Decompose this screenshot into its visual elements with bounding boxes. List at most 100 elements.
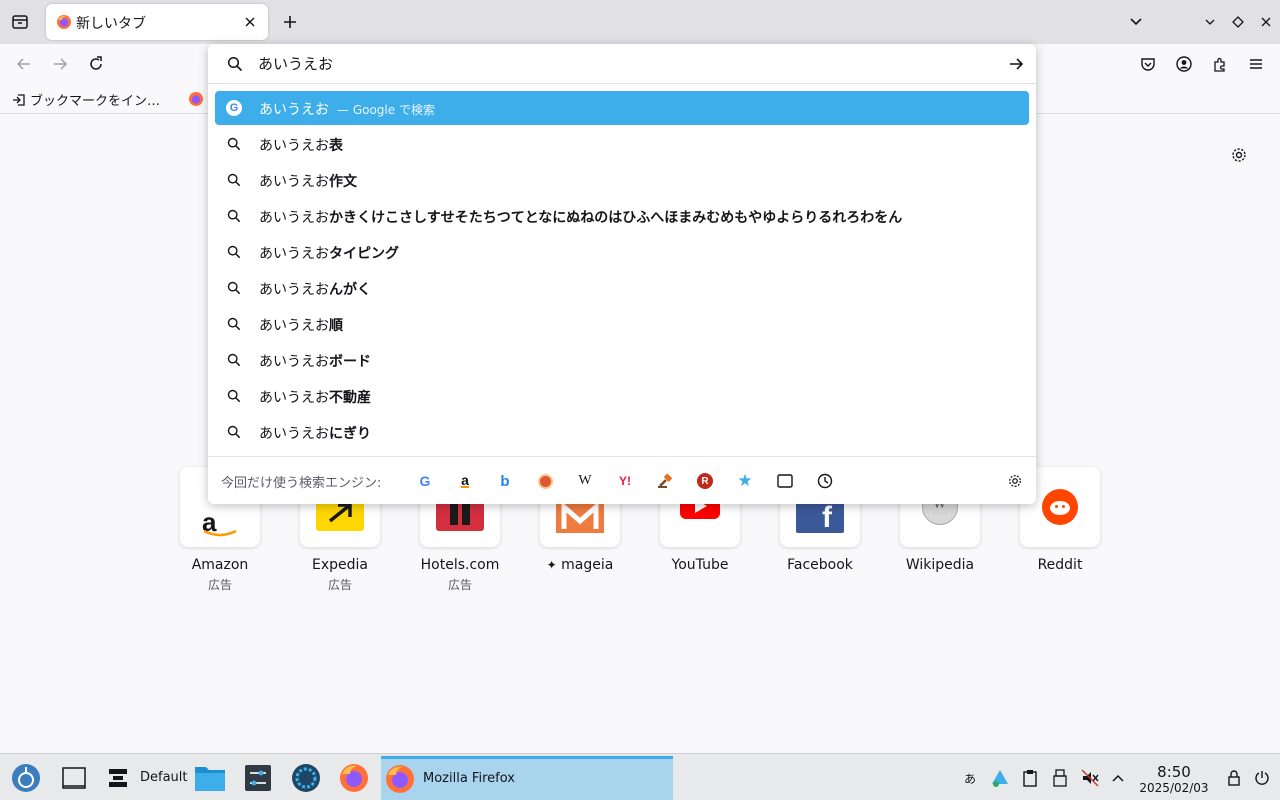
clipboard-icon[interactable] bbox=[1020, 768, 1040, 788]
tile-label: Wikipedia bbox=[905, 557, 975, 573]
suggestion-row[interactable]: あいうえおんがく bbox=[215, 271, 1029, 305]
close-icon[interactable] bbox=[240, 12, 260, 32]
update-icon[interactable] bbox=[990, 768, 1010, 788]
chevron-up-icon[interactable] bbox=[1108, 768, 1128, 788]
extensions-icon[interactable] bbox=[1208, 52, 1232, 76]
auction-icon[interactable] bbox=[654, 470, 676, 492]
go-arrow-icon[interactable] bbox=[1006, 54, 1026, 74]
rakuten-icon[interactable]: R bbox=[694, 470, 716, 492]
taskbar-task-firefox[interactable]: Mozilla Firefox bbox=[381, 756, 673, 800]
file-manager-icon[interactable] bbox=[194, 762, 226, 794]
suggestion-text: あいうえおにぎり bbox=[259, 423, 371, 443]
search-icon bbox=[225, 54, 245, 74]
chevron-down-icon[interactable] bbox=[1124, 10, 1148, 34]
duckduckgo-icon[interactable] bbox=[534, 470, 556, 492]
suggestion-row[interactable]: あいうえおボード bbox=[215, 343, 1029, 377]
system-settings-icon[interactable] bbox=[242, 762, 274, 794]
amazon-icon[interactable]: a bbox=[454, 470, 476, 492]
suggestion-text: あいうえおかきくけこさしすせそたちつてとなにぬねのはひふへほまみむめもやゆよらり… bbox=[259, 207, 902, 227]
power-icon[interactable] bbox=[1252, 768, 1272, 788]
suggestion-completion: タイピング bbox=[329, 246, 399, 262]
suggestion-completion: んがく bbox=[329, 282, 371, 298]
show-desktop-icon[interactable] bbox=[58, 762, 90, 794]
lock-icon[interactable] bbox=[1224, 768, 1244, 788]
desktop-label[interactable]: Default bbox=[140, 770, 188, 785]
history-icon[interactable] bbox=[814, 470, 836, 492]
suggestion-google-search[interactable]: G あいうえお — Google で検索 bbox=[215, 91, 1029, 125]
suggestion-row[interactable]: あいうえおタイピング bbox=[215, 235, 1029, 269]
task-label: Mozilla Firefox bbox=[423, 771, 515, 786]
pocket-icon[interactable] bbox=[1136, 52, 1160, 76]
suggestion-prefix: あいうえお bbox=[259, 210, 329, 226]
suggestion-row[interactable]: あいうえお不動産 bbox=[215, 379, 1029, 413]
gear-icon[interactable] bbox=[1004, 470, 1026, 492]
suggestion-prefix: あいうえお bbox=[259, 174, 329, 190]
clock-date[interactable]: 2025/02/03 bbox=[1136, 781, 1212, 795]
volume-muted-icon[interactable] bbox=[1080, 768, 1100, 788]
usb-device-icon[interactable] bbox=[1050, 768, 1070, 788]
suggestion-prefix: あいうえお bbox=[259, 282, 329, 298]
tab-manager-icon[interactable] bbox=[8, 10, 32, 34]
search-icon bbox=[225, 171, 243, 189]
suggestion-completion: にぎり bbox=[329, 426, 371, 442]
suggestion-text: あいうえおタイピング bbox=[259, 243, 399, 263]
firefox-icon bbox=[56, 14, 72, 30]
firefox-launcher-icon[interactable] bbox=[338, 762, 370, 794]
import-bookmarks-button[interactable]: ブックマークをイン… bbox=[12, 90, 160, 109]
suggestion-prefix: あいうえお bbox=[259, 138, 329, 154]
suggestion-completion: かきくけこさしすせそたちつてとなにぬねのはひふへほまみむめもやゆよらりるれろわを… bbox=[329, 210, 903, 226]
back-icon[interactable] bbox=[12, 52, 36, 76]
search-icon bbox=[225, 243, 243, 261]
forward-icon[interactable] bbox=[48, 52, 72, 76]
search-icon bbox=[225, 423, 243, 441]
import-bookmarks-label: ブックマークをイン… bbox=[30, 94, 161, 109]
tile-label: YouTube bbox=[671, 557, 729, 573]
search-icon bbox=[225, 351, 243, 369]
search-icon bbox=[225, 207, 243, 225]
tile-label: Reddit bbox=[1037, 557, 1083, 573]
tab-new-tab[interactable]: 新しいタブ bbox=[46, 4, 268, 40]
urlbar-popup: G あいうえお— Google で検索 あいうえお表 あいうえお作文 あいうえお… bbox=[208, 44, 1036, 504]
suggestion-completion: 表 bbox=[329, 138, 343, 154]
yahoo-icon[interactable]: Y! bbox=[614, 470, 636, 492]
suggestion-text: あいうえお順 bbox=[259, 315, 343, 335]
menu-icon[interactable] bbox=[1244, 52, 1268, 76]
suggestion-row[interactable]: あいうえお作文 bbox=[215, 163, 1029, 197]
suggestion-completion: ボード bbox=[329, 354, 371, 370]
discover-icon[interactable] bbox=[290, 762, 322, 794]
new-tab-button[interactable] bbox=[278, 10, 302, 34]
suggestion-prefix: あいうえお bbox=[259, 426, 329, 442]
input-method-indicator[interactable]: あ bbox=[960, 768, 980, 788]
reload-icon[interactable] bbox=[84, 52, 108, 76]
import-icon bbox=[13, 93, 25, 106]
virtual-desktop-icon[interactable] bbox=[102, 762, 134, 794]
tile-label: Facebook bbox=[787, 557, 853, 573]
firefox-bookmark-icon[interactable] bbox=[188, 91, 204, 107]
suggestion-completion: 作文 bbox=[329, 174, 357, 190]
suggestion-row[interactable]: あいうえおにぎり bbox=[215, 415, 1029, 449]
one-off-label: 今回だけ使う検索エンジン: bbox=[221, 476, 382, 491]
suggestion-text: あいうえおんがく bbox=[259, 279, 371, 299]
account-icon[interactable] bbox=[1172, 52, 1196, 76]
google-icon[interactable]: G bbox=[414, 470, 436, 492]
suggestion-row[interactable]: あいうえお順 bbox=[215, 307, 1029, 341]
gear-icon[interactable] bbox=[1228, 144, 1250, 166]
suggestion-text: あいうえお — Google で検索 bbox=[259, 99, 435, 119]
suggestion-row[interactable]: あいうえお表 bbox=[215, 127, 1029, 161]
bookmarks-star-icon[interactable]: ★ bbox=[734, 470, 756, 492]
urlbar-input[interactable] bbox=[258, 54, 958, 72]
tabs-icon[interactable] bbox=[774, 470, 796, 492]
clock-time[interactable]: 8:50 bbox=[1148, 763, 1200, 781]
bing-icon[interactable]: b bbox=[494, 470, 516, 492]
google-icon: G bbox=[225, 99, 243, 117]
suggestion-row[interactable]: あいうえおかきくけこさしすせそたちつてとなにぬねのはひふへほまみむめもやゆよらり… bbox=[215, 199, 1029, 233]
search-icon bbox=[225, 315, 243, 333]
maximize-icon[interactable] bbox=[1228, 12, 1248, 32]
wikipedia-icon[interactable]: W bbox=[574, 470, 596, 492]
window-close-icon[interactable] bbox=[1256, 12, 1276, 32]
app-launcher-icon[interactable] bbox=[10, 762, 42, 794]
suggestion-text: あいうえお表 bbox=[259, 135, 343, 155]
minimize-icon[interactable] bbox=[1200, 12, 1220, 32]
suggestion-text: あいうえお作文 bbox=[259, 171, 357, 191]
pin-icon: ✦ bbox=[546, 558, 557, 572]
